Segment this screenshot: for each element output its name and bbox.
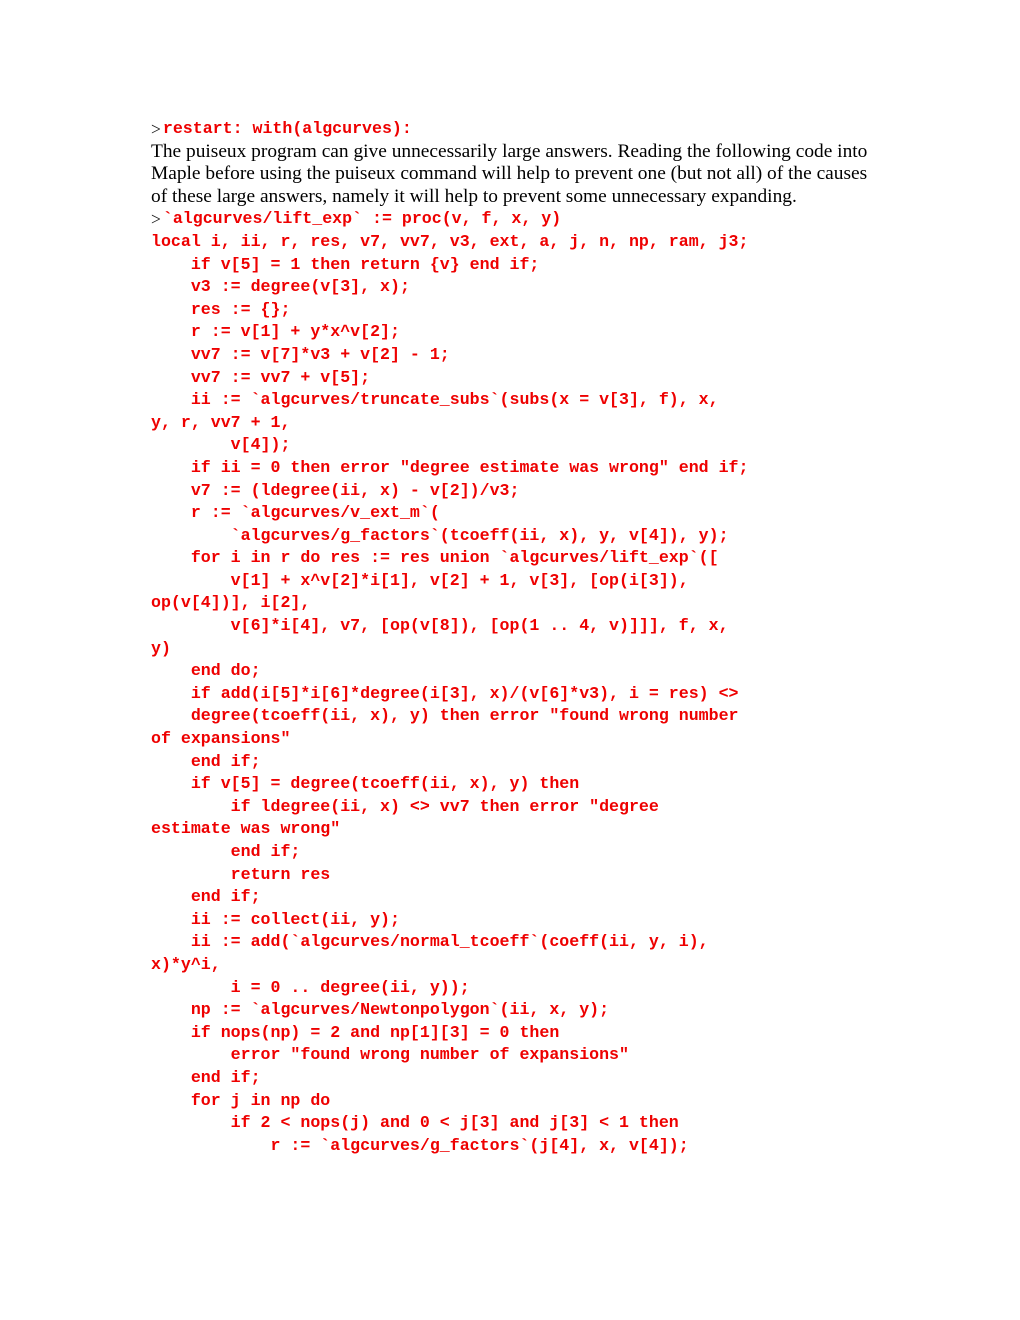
code-line: end if;	[151, 887, 261, 907]
code-line: r := `algcurves/v_ext_m`(	[151, 503, 440, 523]
worksheet-body: > restart: with(algcurves): The puiseux …	[151, 118, 893, 1157]
code-line: if 2 < nops(j) and 0 < j[3] and j[3] < 1…	[151, 1113, 679, 1133]
maple-prompt-icon: >	[151, 119, 161, 139]
code-line: `algcurves/g_factors`(tcoeff(ii, x), y, …	[151, 525, 729, 545]
code-line: y)	[151, 638, 171, 658]
code-line: if ii = 0 then error "degree estimate wa…	[151, 457, 749, 477]
code-line: ii := add(`algcurves/normal_tcoeff`(coef…	[151, 932, 709, 952]
maple-prompt-icon: >	[151, 209, 161, 230]
code-line: if v[5] = degree(tcoeff(ii, x), y) then	[151, 774, 580, 794]
code-line: for i in r do res := res union `algcurve…	[151, 548, 719, 568]
code-line: end if;	[151, 1067, 261, 1087]
code-line: return res	[151, 864, 331, 884]
code-line: np := `algcurves/Newtonpolygon`(ii, x, y…	[151, 1000, 610, 1020]
code-line: y, r, vv7 + 1,	[151, 412, 291, 432]
code-line: error "found wrong number of expansions"	[151, 1045, 629, 1065]
maple-input-proc-header[interactable]: `algcurves/lift_exp` := proc(v, f, x, y)	[163, 208, 893, 231]
code-line: v[6]*i[4], v7, [op(v[8]), [op(1 .. 4, v)…	[151, 616, 729, 636]
code-line: v[4]);	[151, 435, 291, 455]
code-line: end do;	[151, 661, 261, 681]
maple-input-restart[interactable]: restart: with(algcurves):	[163, 118, 893, 141]
code-line: end if;	[151, 842, 301, 861]
maple-procedure-body[interactable]: local i, ii, r, res, v7, vv7, v3, ext, a…	[151, 231, 893, 1157]
code-line: if add(i[5]*i[6]*degree(i[3], x)/(v[6]*v…	[151, 683, 739, 703]
code-line: end if;	[151, 751, 261, 771]
code-line: i = 0 .. degree(ii, y));	[151, 977, 470, 997]
paragraph-text: The puiseux program can give unnecessari…	[151, 140, 868, 207]
code-line: v7 := (ldegree(ii, x) - v[2])/v3;	[151, 480, 520, 500]
code-line: vv7 := v[7]*v3 + v[2] - 1;	[151, 344, 450, 364]
code-line: ii := collect(ii, y);	[151, 909, 400, 929]
exec-group-restart[interactable]: > restart: with(algcurves):	[151, 118, 893, 141]
code-line: if nops(np) = 2 and np[1][3] = 0 then	[151, 1022, 560, 1042]
code-line: ii := `algcurves/truncate_subs`(subs(x =…	[151, 390, 719, 410]
code-line: v3 := degree(v[3], x);	[151, 277, 410, 297]
exec-group-lift-exp[interactable]: > `algcurves/lift_exp` := proc(v, f, x, …	[151, 208, 893, 231]
code-line: of expansions"	[151, 729, 291, 749]
code-line: r := `algcurves/g_factors`(j[4], x, v[4]…	[151, 1135, 689, 1155]
code-line: local i, ii, r, res, v7, vv7, v3, ext, a…	[151, 231, 749, 251]
code-line: r := v[1] + y*x^v[2];	[151, 322, 400, 342]
code-line: vv7 := vv7 + v[5];	[151, 367, 371, 387]
code-line: op(v[4])], i[2],	[151, 593, 311, 613]
code-line: if ldegree(ii, x) <> vv7 then error "deg…	[151, 796, 659, 816]
code-line: degree(tcoeff(ii, x), y) then error "fou…	[151, 706, 739, 726]
code-line: estimate was wrong"	[151, 819, 341, 839]
code-line: res := {};	[151, 299, 291, 319]
code-line: x)*y^i,	[151, 954, 221, 974]
code-line: v[1] + x^v[2]*i[1], v[2] + 1, v[3], [op(…	[151, 570, 689, 590]
code-line: for j in np do	[151, 1090, 331, 1110]
code-line: if v[5] = 1 then return {v} end if;	[151, 254, 540, 274]
